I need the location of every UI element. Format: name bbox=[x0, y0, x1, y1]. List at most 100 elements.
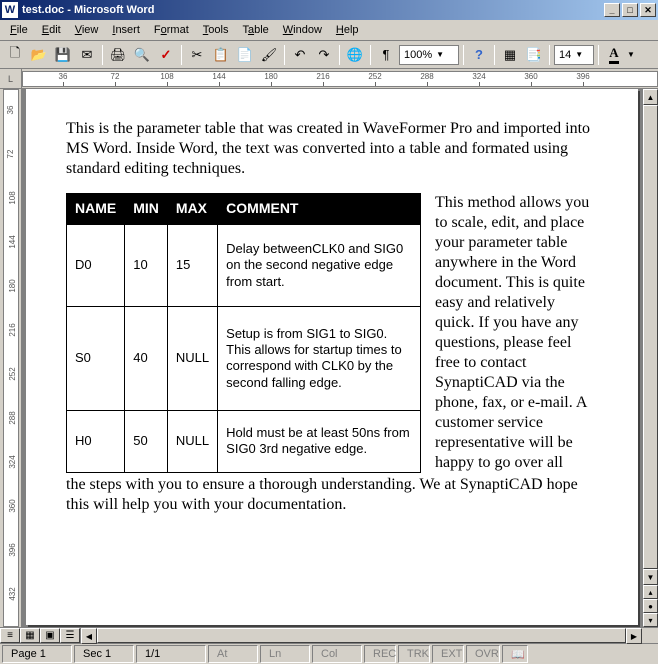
status-ext[interactable]: EXT bbox=[432, 645, 464, 663]
status-page: Page 1 bbox=[2, 645, 72, 663]
side-paragraph[interactable]: This method allows you to scale, edit, a… bbox=[435, 193, 598, 473]
pilcrow-icon[interactable]: ¶ bbox=[375, 44, 397, 66]
fontsize-combo[interactable]: 14 ▼ bbox=[554, 45, 594, 65]
format-painter-icon[interactable]: 🖌 bbox=[258, 44, 280, 66]
outline-view-icon[interactable]: ☰ bbox=[60, 628, 80, 643]
previous-page-icon[interactable]: ▴ bbox=[643, 585, 658, 599]
table-header[interactable]: COMMENT bbox=[218, 194, 421, 225]
scroll-up-icon[interactable]: ▲ bbox=[643, 89, 658, 105]
scroll-track[interactable] bbox=[643, 105, 658, 569]
menu-window[interactable]: Window bbox=[277, 22, 328, 38]
help-icon[interactable]: ? bbox=[468, 44, 490, 66]
status-pages: 1/1 bbox=[136, 645, 206, 663]
menu-file[interactable]: File bbox=[4, 22, 34, 38]
table-cell[interactable]: 15 bbox=[167, 224, 217, 307]
menu-insert[interactable]: Insert bbox=[106, 22, 146, 38]
status-rec[interactable]: REC bbox=[364, 645, 396, 663]
hyperlink-icon[interactable]: 🌐 bbox=[344, 44, 366, 66]
print-layout-view-icon[interactable]: ▣ bbox=[40, 628, 60, 643]
normal-view-icon[interactable]: ≡ bbox=[0, 628, 20, 643]
title-bar: W test.doc - Microsoft Word _ □ ✕ bbox=[0, 0, 658, 20]
window-title: test.doc - Microsoft Word bbox=[22, 4, 604, 16]
next-page-icon[interactable]: ▾ bbox=[643, 613, 658, 627]
preview-icon[interactable]: 🔍 bbox=[131, 44, 153, 66]
horizontal-ruler[interactable]: 3672108144180216252288324360396 bbox=[22, 71, 658, 87]
status-section: Sec 1 bbox=[74, 645, 134, 663]
table-cell[interactable]: 10 bbox=[125, 224, 168, 307]
table-cell[interactable]: H0 bbox=[67, 410, 125, 472]
horizontal-ruler-bar: L 3672108144180216252288324360396 bbox=[0, 69, 658, 89]
ruler-corner[interactable]: L bbox=[0, 69, 22, 89]
mail-icon[interactable]: ✉ bbox=[76, 44, 98, 66]
table-row[interactable]: D01015Delay betweenCLK0 and SIG0 on the … bbox=[67, 224, 421, 307]
vertical-scrollbar[interactable]: ▲ ▼ ▴ ● ▾ bbox=[642, 89, 658, 627]
menu-help[interactable]: Help bbox=[330, 22, 365, 38]
status-at: At bbox=[208, 645, 258, 663]
menu-view[interactable]: View bbox=[69, 22, 105, 38]
copy-icon[interactable]: 📋 bbox=[210, 44, 232, 66]
close-button[interactable]: ✕ bbox=[640, 3, 656, 17]
dropdown-arrow-icon: ▼ bbox=[575, 50, 583, 59]
hscroll-thumb[interactable] bbox=[97, 628, 626, 643]
print-icon[interactable]: 🖨 bbox=[107, 44, 129, 66]
browse-object-icon[interactable]: ● bbox=[643, 599, 658, 613]
app-icon: W bbox=[2, 2, 18, 18]
minimize-button[interactable]: _ bbox=[604, 3, 620, 17]
menu-table[interactable]: Table bbox=[236, 22, 274, 38]
menu-tools[interactable]: Tools bbox=[197, 22, 235, 38]
tail-paragraph[interactable]: the steps with you to ensure a thorough … bbox=[66, 475, 598, 515]
menu-bar: File Edit View Insert Format Tools Table… bbox=[0, 20, 658, 41]
table-header[interactable]: NAME bbox=[67, 194, 125, 225]
web-view-icon[interactable]: ▦ bbox=[20, 628, 40, 643]
table-cell[interactable]: NULL bbox=[167, 410, 217, 472]
table-cell[interactable]: S0 bbox=[67, 307, 125, 410]
dropdown-arrow-icon: ▼ bbox=[436, 50, 444, 59]
redo-icon[interactable]: ↷ bbox=[313, 44, 335, 66]
spellcheck-icon[interactable]: ✓ bbox=[155, 44, 177, 66]
horizontal-scroll-area: ≡ ▦ ▣ ☰ ◀ ▶ bbox=[0, 628, 658, 644]
parameter-table[interactable]: NAMEMINMAXCOMMENT D01015Delay betweenCLK… bbox=[66, 193, 421, 473]
status-spellcheck: 📖 bbox=[502, 645, 528, 663]
status-col: Col bbox=[312, 645, 362, 663]
standard-toolbar: 🗋 📂 💾 ✉ 🖨 🔍 ✓ ✂ 📋 📄 🖌 ↶ ↷ 🌐 ¶ 100% ▼ ? ▦… bbox=[0, 41, 658, 69]
scroll-down-icon[interactable]: ▼ bbox=[643, 569, 658, 585]
table-header[interactable]: MIN bbox=[125, 194, 168, 225]
document-viewport: This is the parameter table that was cre… bbox=[22, 89, 642, 627]
scroll-right-icon[interactable]: ▶ bbox=[626, 628, 642, 644]
table-header[interactable]: MAX bbox=[167, 194, 217, 225]
maximize-button[interactable]: □ bbox=[622, 3, 638, 17]
table-row[interactable]: S040NULLSetup is from SIG1 to SIG0. This… bbox=[67, 307, 421, 410]
cut-icon[interactable]: ✂ bbox=[186, 44, 208, 66]
table-cell[interactable]: 40 bbox=[125, 307, 168, 410]
intro-paragraph[interactable]: This is the parameter table that was cre… bbox=[66, 119, 598, 179]
status-ovr[interactable]: OVR bbox=[466, 645, 500, 663]
table-row[interactable]: H050NULLHold must be at least 50ns from … bbox=[67, 410, 421, 472]
table-cell[interactable]: 50 bbox=[125, 410, 168, 472]
table-cell[interactable]: Hold must be at least 50ns from SIG0 3rd… bbox=[218, 410, 421, 472]
table-cell[interactable]: D0 bbox=[67, 224, 125, 307]
fontsize-value: 14 bbox=[559, 49, 571, 61]
status-trk[interactable]: TRK bbox=[398, 645, 430, 663]
table-cell[interactable]: Delay betweenCLK0 and SIG0 on the second… bbox=[218, 224, 421, 307]
save-icon[interactable]: 💾 bbox=[52, 44, 74, 66]
scroll-left-icon[interactable]: ◀ bbox=[81, 628, 97, 644]
status-bar: Page 1 Sec 1 1/1 At Ln Col REC TRK EXT O… bbox=[0, 644, 658, 664]
paste-icon[interactable]: 📄 bbox=[234, 44, 256, 66]
status-line: Ln bbox=[260, 645, 310, 663]
hscroll-track[interactable] bbox=[97, 628, 626, 643]
table-cell[interactable]: Setup is from SIG1 to SIG0. This allows … bbox=[218, 307, 421, 410]
zoom-value: 100% bbox=[404, 49, 432, 61]
vertical-ruler[interactable]: 3672108144180216252288324360396432 bbox=[0, 89, 22, 627]
undo-icon[interactable]: ↶ bbox=[289, 44, 311, 66]
open-icon[interactable]: 📂 bbox=[28, 44, 50, 66]
tables-borders-icon[interactable]: ▦ bbox=[499, 44, 521, 66]
scroll-thumb[interactable] bbox=[643, 105, 658, 569]
table-cell[interactable]: NULL bbox=[167, 307, 217, 410]
new-icon[interactable]: 🗋 bbox=[4, 44, 26, 66]
document-map-icon[interactable]: 📑 bbox=[523, 44, 545, 66]
font-color-icon[interactable]: A bbox=[603, 44, 625, 66]
document-page[interactable]: This is the parameter table that was cre… bbox=[26, 89, 638, 625]
menu-edit[interactable]: Edit bbox=[36, 22, 67, 38]
zoom-combo[interactable]: 100% ▼ bbox=[399, 45, 459, 65]
menu-format[interactable]: Format bbox=[148, 22, 195, 38]
